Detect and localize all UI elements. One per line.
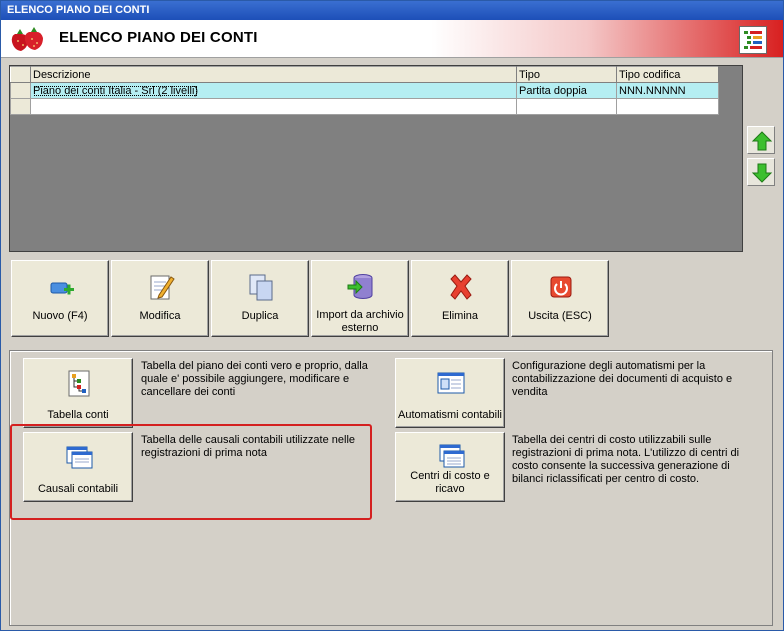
- tree-list-icon[interactable]: [739, 26, 767, 54]
- highlight-box: [10, 424, 372, 520]
- cell-tipo[interactable]: Partita doppia: [516, 82, 617, 99]
- row-header[interactable]: [10, 82, 31, 99]
- modifica-label: Modifica: [139, 310, 181, 322]
- main-window: ELENCO PIANO DEI CONTI ELENCO PIANO DEI …: [0, 0, 784, 631]
- duplica-button[interactable]: Duplica: [211, 260, 309, 337]
- move-up-button[interactable]: [747, 126, 775, 154]
- centri-label: Centri di costo e ricavo: [410, 470, 490, 495]
- elimina-label: Elimina: [441, 310, 479, 322]
- cell-descrizione[interactable]: Piano dei conti Italia - Srl (2 livelli): [30, 82, 517, 99]
- arrow-down-icon: [751, 163, 773, 183]
- column-header-descrizione[interactable]: Descrizione: [30, 66, 517, 83]
- cell-descrizione-empty[interactable]: [30, 98, 517, 115]
- import-label: Import da archivio esterno: [316, 309, 404, 334]
- edit-document-icon: [150, 275, 175, 300]
- row-header[interactable]: [10, 98, 31, 115]
- cell-tipo-codifica[interactable]: NNN.NNNNN: [616, 82, 719, 99]
- strawberries-icon: [11, 27, 43, 51]
- duplicate-icon: [249, 274, 273, 301]
- cell-tipo-codifica-empty[interactable]: [616, 98, 719, 115]
- uscita-label: Uscita (ESC): [528, 310, 592, 322]
- automatismi-description: Configurazione degli automatismi per la …: [512, 360, 733, 398]
- tabella-conti-button[interactable]: Tabella conti: [23, 358, 133, 428]
- table-row[interactable]: Piano dei conti Italia - Srl (2 livelli)…: [10, 82, 719, 99]
- accounts-grid[interactable]: Descrizione Tipo Tipo codifica Piano dei…: [9, 65, 743, 252]
- duplica-label: Duplica: [241, 310, 279, 322]
- new-record-icon: [50, 282, 74, 295]
- cell-tipo-empty[interactable]: [516, 98, 617, 115]
- account-tree-icon: [68, 370, 90, 397]
- column-header-tipo-codifica[interactable]: Tipo codifica: [616, 66, 719, 83]
- move-down-button[interactable]: [747, 158, 775, 186]
- tabella-conti-description: Tabella del piano dei conti vero e propr…: [141, 360, 368, 398]
- title-bar: ELENCO PIANO DEI CONTI: [1, 1, 783, 20]
- centri-description: Tabella dei centri di costo utilizzabili…: [512, 434, 740, 485]
- automation-window-icon: [437, 372, 465, 394]
- nuovo-button[interactable]: Nuovo (F4): [11, 260, 109, 337]
- header-banner: ELENCO PIANO DEI CONTI: [1, 20, 783, 58]
- tabella-conti-label: Tabella conti: [47, 409, 109, 421]
- automatismi-contabili-button[interactable]: Automatismi contabili: [395, 358, 505, 428]
- uscita-button[interactable]: Uscita (ESC): [511, 260, 609, 337]
- row-header-corner: [10, 66, 31, 83]
- automatismi-label: Automatismi contabili: [398, 409, 502, 421]
- import-button[interactable]: Import da archivio esterno: [311, 260, 409, 337]
- nuovo-label: Nuovo (F4): [32, 310, 88, 322]
- arrow-up-icon: [751, 131, 773, 151]
- modifica-button[interactable]: Modifica: [111, 260, 209, 337]
- table-row-new[interactable]: [10, 98, 719, 115]
- delete-x-icon: [450, 274, 472, 300]
- centri-di-costo-button[interactable]: Centri di costo e ricavo: [395, 432, 505, 502]
- power-icon: [550, 276, 572, 298]
- column-header-tipo[interactable]: Tipo: [516, 66, 617, 83]
- cost-centers-icon: [439, 444, 465, 468]
- elimina-button[interactable]: Elimina: [411, 260, 509, 337]
- database-import-icon: [347, 274, 373, 299]
- page-title: ELENCO PIANO DEI CONTI: [59, 29, 258, 46]
